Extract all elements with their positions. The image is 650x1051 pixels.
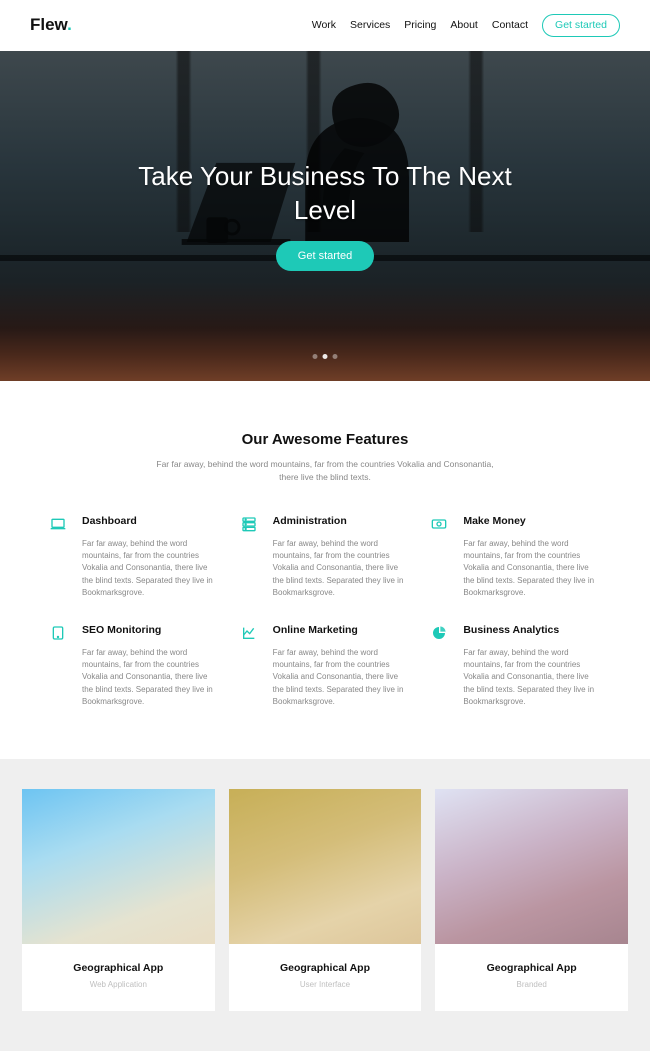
project-thumbnail: [435, 789, 628, 944]
nav-links: Work Services Pricing About Contact Get …: [312, 14, 620, 37]
chart-line-icon: [241, 625, 257, 641]
project-cat: Web Application: [34, 980, 203, 989]
projects-section: Geographical App Web Application Geograp…: [0, 759, 650, 1051]
project-title: Geographical App: [34, 962, 203, 974]
project-body: Geographical App Branded: [435, 944, 628, 1011]
feature-marketing: Online Marketing Far far away, behind th…: [241, 624, 410, 709]
features-sub: Far far away, behind the word mountains,…: [155, 458, 495, 485]
feature-title: Business Analytics: [463, 624, 600, 636]
feature-title: Online Marketing: [273, 624, 410, 636]
brand-dot: .: [67, 15, 72, 34]
feature-title: Administration: [273, 515, 410, 527]
feature-desc: Far far away, behind the word mountains,…: [273, 538, 410, 600]
feature-title: Dashboard: [82, 515, 219, 527]
project-title: Geographical App: [447, 962, 616, 974]
project-card-2[interactable]: Geographical App User Interface: [229, 789, 422, 1011]
project-thumbnail: [22, 789, 215, 944]
feature-desc: Far far away, behind the word mountains,…: [463, 647, 600, 709]
top-nav: Flew. Work Services Pricing About Contac…: [0, 0, 650, 51]
project-card-1[interactable]: Geographical App Web Application: [22, 789, 215, 1011]
carousel-dot-3[interactable]: [333, 354, 338, 359]
project-cat: User Interface: [241, 980, 410, 989]
tablet-icon: [50, 625, 66, 641]
hero-title: Take Your Business To The Next Level: [125, 160, 525, 228]
feature-desc: Far far away, behind the word mountains,…: [82, 647, 219, 709]
feature-make-money: Make Money Far far away, behind the word…: [431, 515, 600, 600]
pie-chart-icon: [431, 625, 447, 641]
carousel-dots: [313, 354, 338, 359]
project-title: Geographical App: [241, 962, 410, 974]
feature-desc: Far far away, behind the word mountains,…: [82, 538, 219, 600]
carousel-dot-2[interactable]: [323, 354, 328, 359]
features-grid: Dashboard Far far away, behind the word …: [50, 515, 600, 709]
nav-link-pricing[interactable]: Pricing: [404, 19, 436, 31]
feature-administration: Administration Far far away, behind the …: [241, 515, 410, 600]
project-cat: Branded: [447, 980, 616, 989]
hero-cta-button[interactable]: Get started: [276, 241, 374, 271]
brand-logo[interactable]: Flew.: [30, 15, 72, 35]
feature-dashboard: Dashboard Far far away, behind the word …: [50, 515, 219, 600]
nav-link-work[interactable]: Work: [312, 19, 336, 31]
features-title: Our Awesome Features: [50, 431, 600, 448]
nav-link-contact[interactable]: Contact: [492, 19, 528, 31]
nav-link-about[interactable]: About: [450, 19, 477, 31]
feature-title: SEO Monitoring: [82, 624, 219, 636]
project-thumbnail: [229, 789, 422, 944]
laptop-icon: [50, 516, 66, 532]
feature-title: Make Money: [463, 515, 600, 527]
feature-desc: Far far away, behind the word mountains,…: [273, 647, 410, 709]
project-body: Geographical App User Interface: [229, 944, 422, 1011]
features-section: Our Awesome Features Far far away, behin…: [0, 381, 650, 759]
nav-link-services[interactable]: Services: [350, 19, 390, 31]
brand-name: Flew: [30, 15, 67, 34]
carousel-dot-1[interactable]: [313, 354, 318, 359]
project-card-3[interactable]: Geographical App Branded: [435, 789, 628, 1011]
server-icon: [241, 516, 257, 532]
money-icon: [431, 516, 447, 532]
hero: Take Your Business To The Next Level Get…: [0, 51, 650, 381]
feature-seo: SEO Monitoring Far far away, behind the …: [50, 624, 219, 709]
nav-cta-button[interactable]: Get started: [542, 14, 620, 37]
feature-desc: Far far away, behind the word mountains,…: [463, 538, 600, 600]
feature-analytics: Business Analytics Far far away, behind …: [431, 624, 600, 709]
project-body: Geographical App Web Application: [22, 944, 215, 1011]
